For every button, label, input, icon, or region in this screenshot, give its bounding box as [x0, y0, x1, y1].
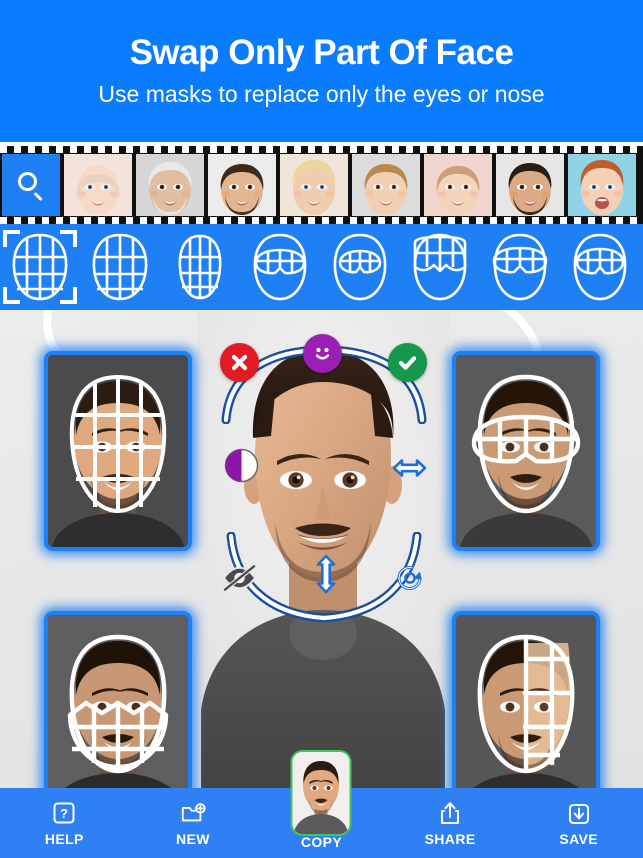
mask-eyes-narrow[interactable]: [322, 229, 398, 305]
toddler-face-thumbnail[interactable]: [424, 154, 492, 216]
hide-mask-button[interactable]: [220, 558, 259, 597]
delete-face-button[interactable]: [220, 343, 259, 382]
rotate-button[interactable]: [390, 558, 429, 597]
copy-label: COPY: [300, 834, 343, 850]
bottom-toolbar[interactable]: ? HELP NEW COPY SHARE SAVE: [0, 750, 643, 858]
result-thumbnail-half-face[interactable]: [452, 611, 600, 788]
man-grimace-face-thumbnail[interactable]: [496, 154, 564, 216]
copy-button[interactable]: COPY: [257, 750, 386, 858]
mask-eyes-only[interactable]: [242, 229, 318, 305]
blend-opacity-button[interactable]: [222, 446, 261, 485]
question-box-icon: ?: [53, 802, 75, 823]
checkmark-icon: [398, 356, 417, 370]
result-thumbnail-eyes[interactable]: [452, 351, 600, 551]
arrows-horizontal-icon: [392, 458, 427, 477]
mask-eyes-brows[interactable]: [562, 229, 638, 305]
face-select-button[interactable]: [303, 334, 342, 373]
save-label: SAVE: [559, 830, 599, 847]
search-faces-button[interactable]: [2, 154, 60, 216]
mask-full-face-narrow[interactable]: [162, 229, 238, 305]
save-button[interactable]: SAVE: [514, 788, 643, 858]
smiley-face-icon: [315, 347, 330, 360]
resize-vertical-button[interactable]: [306, 554, 345, 593]
confirm-button[interactable]: [388, 343, 427, 382]
face-filmstrip[interactable]: [0, 146, 643, 224]
svg-text:?: ?: [60, 806, 68, 821]
main-face-photo[interactable]: [197, 310, 449, 788]
banner-title: Swap Only Part Of Face: [129, 32, 514, 72]
eye-off-icon: [222, 563, 257, 592]
result-thumbnail-full-face[interactable]: [44, 351, 192, 551]
close-x-icon: [231, 354, 248, 371]
rotate-icon: [397, 565, 422, 590]
bearded-man-face-thumbnail[interactable]: [208, 154, 276, 216]
mask-selector-strip[interactable]: [0, 224, 643, 310]
mask-full-face-wide[interactable]: [82, 229, 158, 305]
blonde-woman-face-thumbnail[interactable]: [280, 154, 348, 216]
promo-banner: Swap Only Part Of Face Use masks to repl…: [0, 0, 643, 142]
face-thumbnail-row[interactable]: [0, 154, 636, 216]
mask-eyes-wide[interactable]: [482, 229, 558, 305]
mask-selection-brackets: [2, 229, 78, 305]
half-circle-icon: [224, 448, 259, 483]
mask-full-face-grid[interactable]: [2, 229, 78, 305]
share-label: SHARE: [424, 830, 476, 847]
flip-horizontal-button[interactable]: [390, 448, 429, 487]
result-thumbnail-lower-face[interactable]: [44, 611, 192, 788]
help-button[interactable]: ? HELP: [0, 788, 129, 858]
mask-option-row[interactable]: [2, 229, 643, 307]
banner-subtitle: Use masks to replace only the eyes or no…: [98, 81, 545, 108]
elderly-man-face-thumbnail[interactable]: [136, 154, 204, 216]
boy-face-thumbnail[interactable]: [352, 154, 420, 216]
editor-canvas[interactable]: [0, 310, 643, 788]
arrows-vertical-icon: [316, 554, 335, 593]
share-upload-icon: [441, 801, 460, 824]
new-label: NEW: [175, 830, 210, 847]
copy-thumbnail[interactable]: [290, 750, 352, 836]
redhead-woman-face-thumbnail[interactable]: [568, 154, 636, 216]
new-button[interactable]: NEW: [129, 788, 258, 858]
film-perforations-top: [0, 146, 643, 153]
share-button[interactable]: SHARE: [386, 788, 515, 858]
help-label: HELP: [44, 830, 84, 847]
mask-forehead-eyes[interactable]: [402, 229, 478, 305]
baby-face-thumbnail[interactable]: [64, 154, 132, 216]
film-perforations-bottom: [0, 217, 643, 224]
new-folder-icon: [181, 802, 206, 821]
search-icon: [18, 172, 44, 202]
save-download-icon: [568, 803, 589, 824]
